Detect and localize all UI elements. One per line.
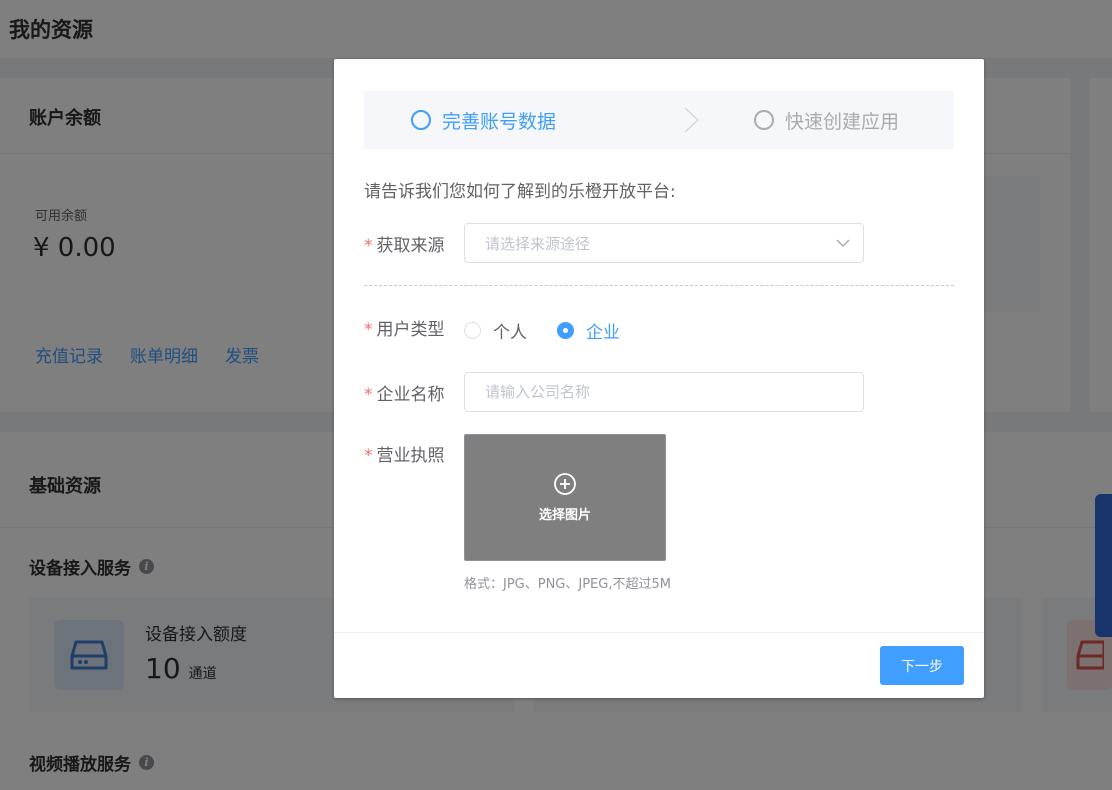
step-complete-account: 完善账号数据 [411,91,556,149]
step-1-label: 完善账号数据 [442,110,557,133]
step-2-label: 快速创建应用 [785,110,900,133]
upload-text: 选择图片 [538,508,591,523]
chevron-right-icon [684,107,700,133]
plus-circle-icon [554,473,576,495]
company-name-label-text: 企业名称 [376,384,445,405]
source-row: * 获取来源 [364,223,464,263]
user-type-label: * 用户类型 [364,315,464,340]
user-type-radio-group: 个人 企业 [464,318,620,343]
upload-hint: 格式：JPG、PNG、JPEG,不超过5M [464,577,671,592]
source-select[interactable]: 请选择来源途径 [464,223,864,263]
form-divider [364,285,954,286]
radio-enterprise-label: 企业 [586,323,620,343]
required-mark: * [364,445,373,466]
dialog-footer-divider [334,632,984,633]
radio-enterprise[interactable]: 企业 [557,318,620,343]
license-row: * 营业执照 [364,441,464,466]
required-mark: * [364,235,373,256]
required-mark: * [364,384,373,405]
step-circle-icon [754,110,774,130]
radio-personal[interactable]: 个人 [464,318,527,343]
step-create-app: 快速创建应用 [754,91,899,149]
license-label: * 营业执照 [364,441,464,466]
radio-personal-dot[interactable] [464,322,481,339]
chevron-down-icon [836,239,850,248]
company-name-input[interactable] [464,372,864,412]
source-placeholder: 请选择来源途径 [485,234,591,253]
company-name-row: * 企业名称 [364,372,464,412]
steps-bar: 完善账号数据 快速创建应用 [364,91,954,149]
radio-personal-label: 个人 [493,323,527,343]
step-circle-icon [411,110,431,130]
source-label-text: 获取来源 [376,235,445,256]
next-step-button[interactable]: 下一步 [880,646,964,685]
license-label-text: 营业执照 [376,445,445,466]
required-mark: * [364,319,373,340]
onboarding-dialog: 完善账号数据 快速创建应用 请告诉我们您如何了解到的乐橙开放平台: * 获取来源 … [334,59,984,698]
license-upload[interactable]: 选择图片 [464,434,666,561]
user-type-label-text: 用户类型 [376,319,445,340]
dialog-intro: 请告诉我们您如何了解到的乐橙开放平台: [364,182,676,202]
radio-enterprise-dot[interactable] [557,322,574,339]
company-name-label: * 企业名称 [364,380,464,405]
user-type-row: * 用户类型 [364,315,464,340]
source-label: * 获取来源 [364,231,464,256]
